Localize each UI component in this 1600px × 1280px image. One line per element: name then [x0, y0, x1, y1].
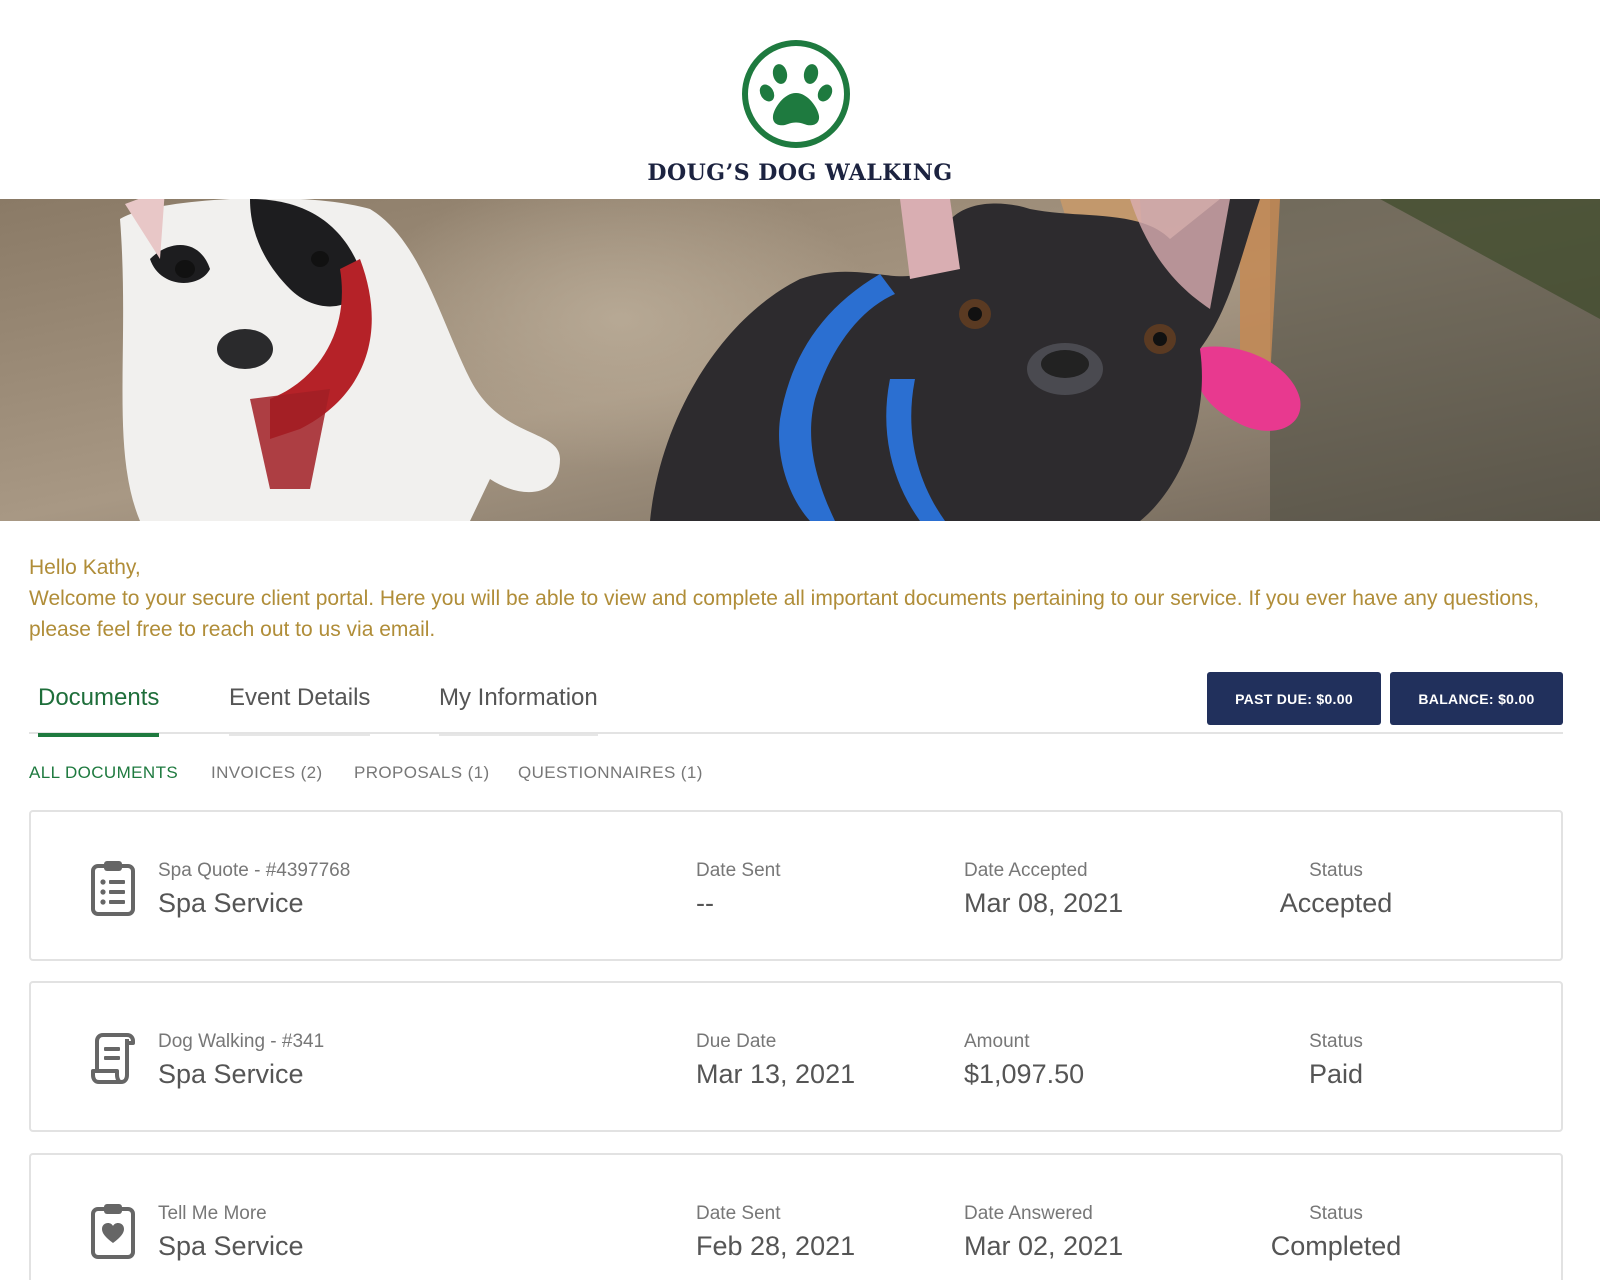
amount-label: Amount: [964, 1031, 1030, 1052]
due-date-label: Due Date: [696, 1031, 777, 1052]
document-service: Spa Service: [158, 1231, 304, 1261]
scroll-invoice-icon: [91, 1033, 135, 1084]
date-answered-value: Mar 02, 2021: [964, 1231, 1124, 1261]
document-name: Tell Me More: [158, 1203, 267, 1224]
tab-event-details[interactable]: Event Details: [229, 668, 371, 736]
status-label: Status: [1309, 860, 1363, 881]
filter-all-documents[interactable]: ALL DOCUMENTS: [29, 763, 178, 783]
due-date-value: Mar 13, 2021: [696, 1059, 856, 1089]
tab-underline: [439, 734, 598, 736]
tab-documents[interactable]: Documents: [38, 668, 160, 737]
date-answered-label: Date Answered: [964, 1203, 1093, 1224]
status-value: Accepted: [1279, 888, 1393, 918]
document-name: Dog Walking - #341: [158, 1031, 325, 1052]
document-service: Spa Service: [158, 1059, 304, 1089]
status-label: Status: [1309, 1203, 1363, 1224]
clipboard-heart-icon: [91, 1204, 135, 1259]
date-sent-label: Date Sent: [696, 860, 781, 881]
filter-invoices[interactable]: INVOICES (2): [211, 763, 323, 783]
status-value: Paid: [1308, 1059, 1364, 1089]
date-accepted-label: Date Accepted: [964, 860, 1088, 881]
tab-active-indicator: [38, 733, 160, 737]
tab-underline: [229, 734, 371, 736]
balance-button[interactable]: BALANCE: $0.00: [1390, 672, 1563, 725]
filter-questionnaires[interactable]: QUESTIONNAIRES (1): [518, 763, 703, 783]
status-label: Status: [1309, 1031, 1363, 1052]
past-due-button[interactable]: PAST DUE: $0.00: [1207, 672, 1381, 725]
document-name: Spa Quote - #4397768: [158, 860, 351, 881]
tab-my-information-label: My Information: [439, 684, 598, 711]
clipboard-list-icon: [91, 861, 135, 916]
date-sent-label: Date Sent: [696, 1203, 781, 1224]
greeting-body: Welcome to your secure client portal. He…: [29, 587, 1540, 641]
status-value: Completed: [1270, 1231, 1402, 1261]
greeting-salutation: Hello Kathy,: [29, 556, 141, 579]
welcome-message: Hello Kathy, Welcome to your secure clie…: [29, 552, 1574, 645]
amount-value: $1,097.50: [964, 1059, 1085, 1089]
portal-header: DOUG’S DOG WALKING: [0, 0, 1600, 199]
document-card[interactable]: Tell Me More Spa Service Date Sent Feb 2…: [29, 1153, 1563, 1280]
document-service: Spa Service: [158, 888, 304, 918]
date-sent-value: --: [696, 888, 714, 918]
date-sent-value: Feb 28, 2021: [696, 1231, 856, 1261]
hero-banner-image: [0, 199, 1600, 521]
tab-my-information[interactable]: My Information: [439, 668, 598, 736]
date-accepted-value: Mar 08, 2021: [964, 888, 1124, 918]
filter-proposals[interactable]: PROPOSALS (1): [354, 763, 490, 783]
document-card[interactable]: Dog Walking - #341 Spa Service Due Date …: [29, 981, 1563, 1132]
tab-event-details-label: Event Details: [229, 684, 371, 711]
tab-documents-label: Documents: [38, 684, 160, 711]
brand-name: DOUG’S DOG WALKING: [647, 160, 953, 186]
paw-print-icon: [742, 40, 850, 148]
document-card[interactable]: Spa Quote - #4397768 Spa Service Date Se…: [29, 810, 1563, 961]
